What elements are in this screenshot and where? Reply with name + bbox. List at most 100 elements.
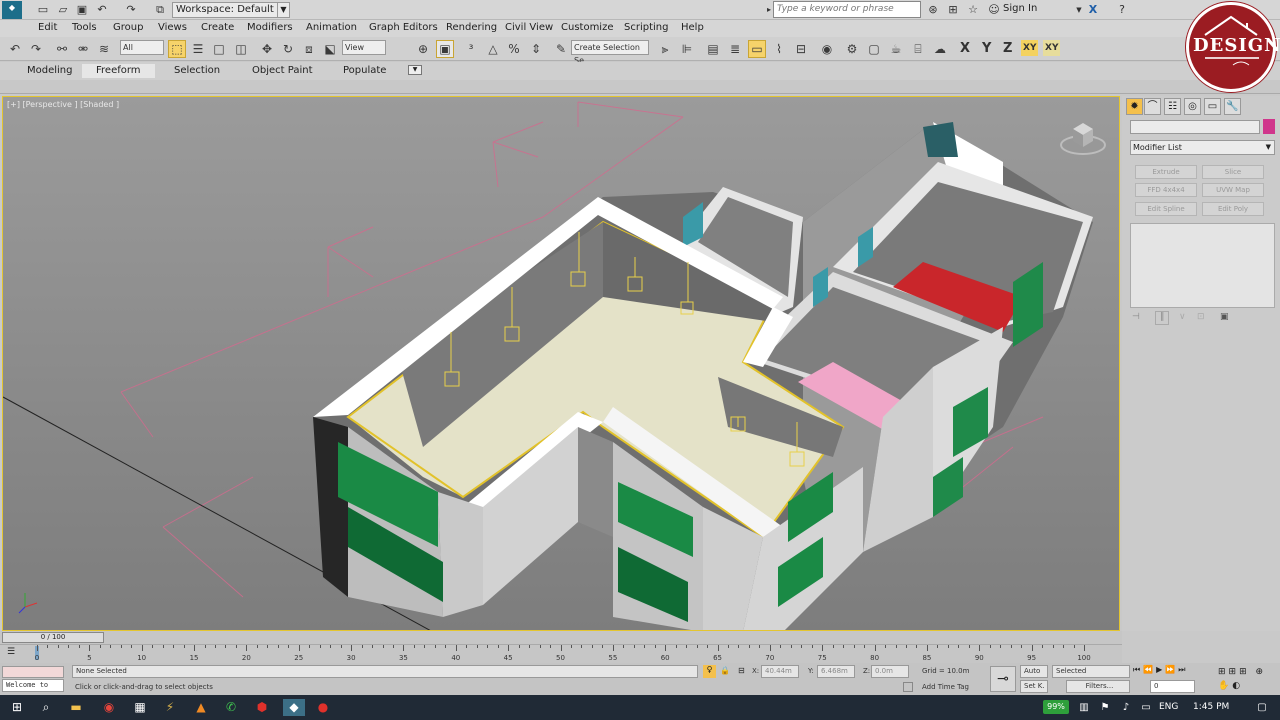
- render-production-icon[interactable]: ☕: [887, 40, 905, 58]
- menu-rendering[interactable]: Rendering: [446, 22, 497, 33]
- tab-selection[interactable]: Selection: [174, 65, 220, 76]
- select-by-name-icon[interactable]: ☰: [189, 40, 207, 58]
- move-icon[interactable]: ✥: [258, 40, 276, 58]
- track-bar-toggle-icon[interactable]: ☰: [7, 647, 15, 657]
- chrome-icon[interactable]: ◉: [100, 699, 118, 716]
- signin-link[interactable]: Sign In: [1003, 3, 1037, 14]
- search-input[interactable]: Type a keyword or phrase: [773, 1, 921, 18]
- curve-editor-icon[interactable]: ⌇: [770, 40, 788, 58]
- recorder-icon[interactable]: ●: [314, 699, 332, 716]
- y-coord-field[interactable]: 6.468m: [817, 665, 855, 678]
- create-tab-icon[interactable]: ✹: [1126, 98, 1143, 115]
- object-name-field[interactable]: [1130, 120, 1260, 134]
- tab-populate[interactable]: Populate: [343, 65, 386, 76]
- pivot-center-icon[interactable]: ⊕: [414, 40, 432, 58]
- selection-filter-dropdown[interactable]: All: [120, 40, 164, 55]
- set-key-icon[interactable]: ⊸: [990, 666, 1016, 692]
- toggle-layer-explorer-icon[interactable]: ≣: [726, 40, 744, 58]
- auto-key-button[interactable]: Auto: [1020, 665, 1048, 678]
- modify-tab-icon[interactable]: ⌒: [1144, 98, 1161, 115]
- make-unique-icon[interactable]: ∨: [1179, 312, 1186, 322]
- render-setup-icon[interactable]: ⚙: [843, 40, 861, 58]
- scale-icon[interactable]: ⧈: [300, 40, 318, 58]
- track-bar[interactable]: ☰ 0 5 10 15 20 25 30 35 40 45 50 55 60 65 70 75 80 85 90 95…: [0, 644, 1122, 663]
- reference-coordinate-dropdown[interactable]: View: [342, 40, 386, 55]
- action-center-icon[interactable]: ▢: [1253, 699, 1271, 716]
- open-folder-icon[interactable]: ▱: [56, 3, 70, 17]
- rotate-icon[interactable]: ↻: [279, 40, 297, 58]
- project-folder-icon[interactable]: ⧉: [153, 3, 167, 17]
- ffd-button[interactable]: FFD 4x4x4: [1135, 183, 1197, 197]
- menu-scripting[interactable]: Scripting: [624, 22, 668, 33]
- display-tab-icon[interactable]: ▭: [1204, 98, 1221, 115]
- object-color-swatch[interactable]: [1263, 119, 1275, 134]
- perspective-viewport[interactable]: [+] [Perspective ] [Shaded ]: [2, 96, 1120, 631]
- extrude-button[interactable]: Extrude: [1135, 165, 1197, 179]
- remove-modifier-icon[interactable]: ⊡: [1197, 312, 1205, 322]
- key-filter-dropdown[interactable]: Selected: [1052, 665, 1130, 678]
- tab-freeform[interactable]: Freeform: [82, 64, 155, 78]
- unlink-icon[interactable]: ⚮: [74, 40, 92, 58]
- isolate-toggle-icon[interactable]: ♀: [703, 665, 716, 678]
- named-selection-dropdown[interactable]: Create Selection Se: [571, 40, 649, 65]
- axis-constraint-xy[interactable]: XY: [1021, 40, 1039, 56]
- acrobat-icon[interactable]: ⬢: [253, 699, 271, 716]
- edit-named-selection-icon[interactable]: ✎: [552, 40, 570, 58]
- menu-graph-editors[interactable]: Graph Editors: [369, 22, 438, 33]
- info-center-icon[interactable]: ⊞: [946, 3, 960, 17]
- key-filters-button[interactable]: Filters...: [1066, 680, 1130, 693]
- align-icon[interactable]: ⊫: [678, 40, 696, 58]
- maxscript-listener[interactable]: [2, 666, 64, 678]
- current-frame-field[interactable]: 0: [1150, 680, 1195, 693]
- axis-constraint-z[interactable]: Z: [1003, 41, 1012, 56]
- menu-views[interactable]: Views: [158, 22, 187, 33]
- utilities-tab-icon[interactable]: 🔧: [1224, 98, 1241, 115]
- rect-selection-icon[interactable]: □: [210, 40, 228, 58]
- lock-selection-icon[interactable]: 🔒: [720, 666, 730, 675]
- menu-help[interactable]: Help: [681, 22, 704, 33]
- link-icon[interactable]: ⚯: [53, 40, 71, 58]
- tab-modeling[interactable]: Modeling: [27, 65, 73, 76]
- modifier-list-dropdown[interactable]: Modifier List ▼: [1130, 140, 1275, 155]
- menu-tools[interactable]: Tools: [72, 22, 97, 33]
- select-object-icon[interactable]: ⬚: [168, 40, 186, 58]
- edit-spline-button[interactable]: Edit Spline: [1135, 202, 1197, 216]
- language-indicator[interactable]: ENG: [1159, 702, 1178, 712]
- add-time-tag[interactable]: Add Time Tag: [922, 683, 969, 691]
- mirror-icon[interactable]: ⫸: [656, 40, 674, 58]
- clock[interactable]: 1:45 PM: [1193, 702, 1229, 712]
- windows-start-icon[interactable]: ⊞: [8, 699, 26, 716]
- pin-stack-icon[interactable]: ⊣: [1132, 312, 1140, 322]
- configure-sets-icon[interactable]: ▣: [1220, 312, 1229, 322]
- material-editor-icon[interactable]: ◉: [818, 40, 836, 58]
- placement-icon[interactable]: ⬕: [321, 40, 339, 58]
- spinner-snap-icon[interactable]: ⇕: [527, 40, 545, 58]
- axis-constraint-x[interactable]: X: [960, 41, 970, 56]
- toggle-ribbon-icon[interactable]: ▭: [748, 40, 766, 58]
- battery-indicator[interactable]: 99%: [1043, 700, 1069, 714]
- uvw-map-button[interactable]: UVW Map: [1202, 183, 1264, 197]
- angle-snap-icon[interactable]: △: [484, 40, 502, 58]
- exchange-icon[interactable]: X: [1086, 3, 1100, 17]
- hierarchy-tab-icon[interactable]: ☷: [1164, 98, 1181, 115]
- 3dsmax-icon[interactable]: ◆: [283, 699, 305, 716]
- undo-icon[interactable]: ↶: [6, 40, 24, 58]
- motion-tab-icon[interactable]: ◎: [1184, 98, 1201, 115]
- signin-chevron-icon[interactable]: ▼: [1072, 3, 1086, 17]
- redo-icon[interactable]: ↷: [124, 3, 138, 17]
- menu-civil-view[interactable]: Civil View: [505, 22, 553, 33]
- file-explorer-icon[interactable]: ▬: [67, 699, 85, 716]
- battery-icon[interactable]: ▭: [1137, 699, 1155, 716]
- speaker-icon[interactable]: ♪: [1117, 699, 1135, 716]
- vlc-icon[interactable]: ▲: [192, 699, 210, 716]
- percent-snap-icon[interactable]: %: [505, 40, 523, 58]
- snaps-toggle-icon[interactable]: ³: [462, 40, 480, 58]
- undo-icon[interactable]: ↶: [95, 3, 109, 17]
- render-in-cloud-icon[interactable]: ☁: [931, 40, 949, 58]
- absolute-mode-icon[interactable]: ⊟: [738, 666, 745, 675]
- add-time-tag-icon[interactable]: [903, 682, 913, 692]
- select-manipulate-icon[interactable]: ▣: [436, 40, 454, 58]
- menu-create[interactable]: Create: [201, 22, 234, 33]
- new-file-icon[interactable]: ▭: [36, 3, 50, 17]
- window-crossing-icon[interactable]: ◫: [232, 40, 250, 58]
